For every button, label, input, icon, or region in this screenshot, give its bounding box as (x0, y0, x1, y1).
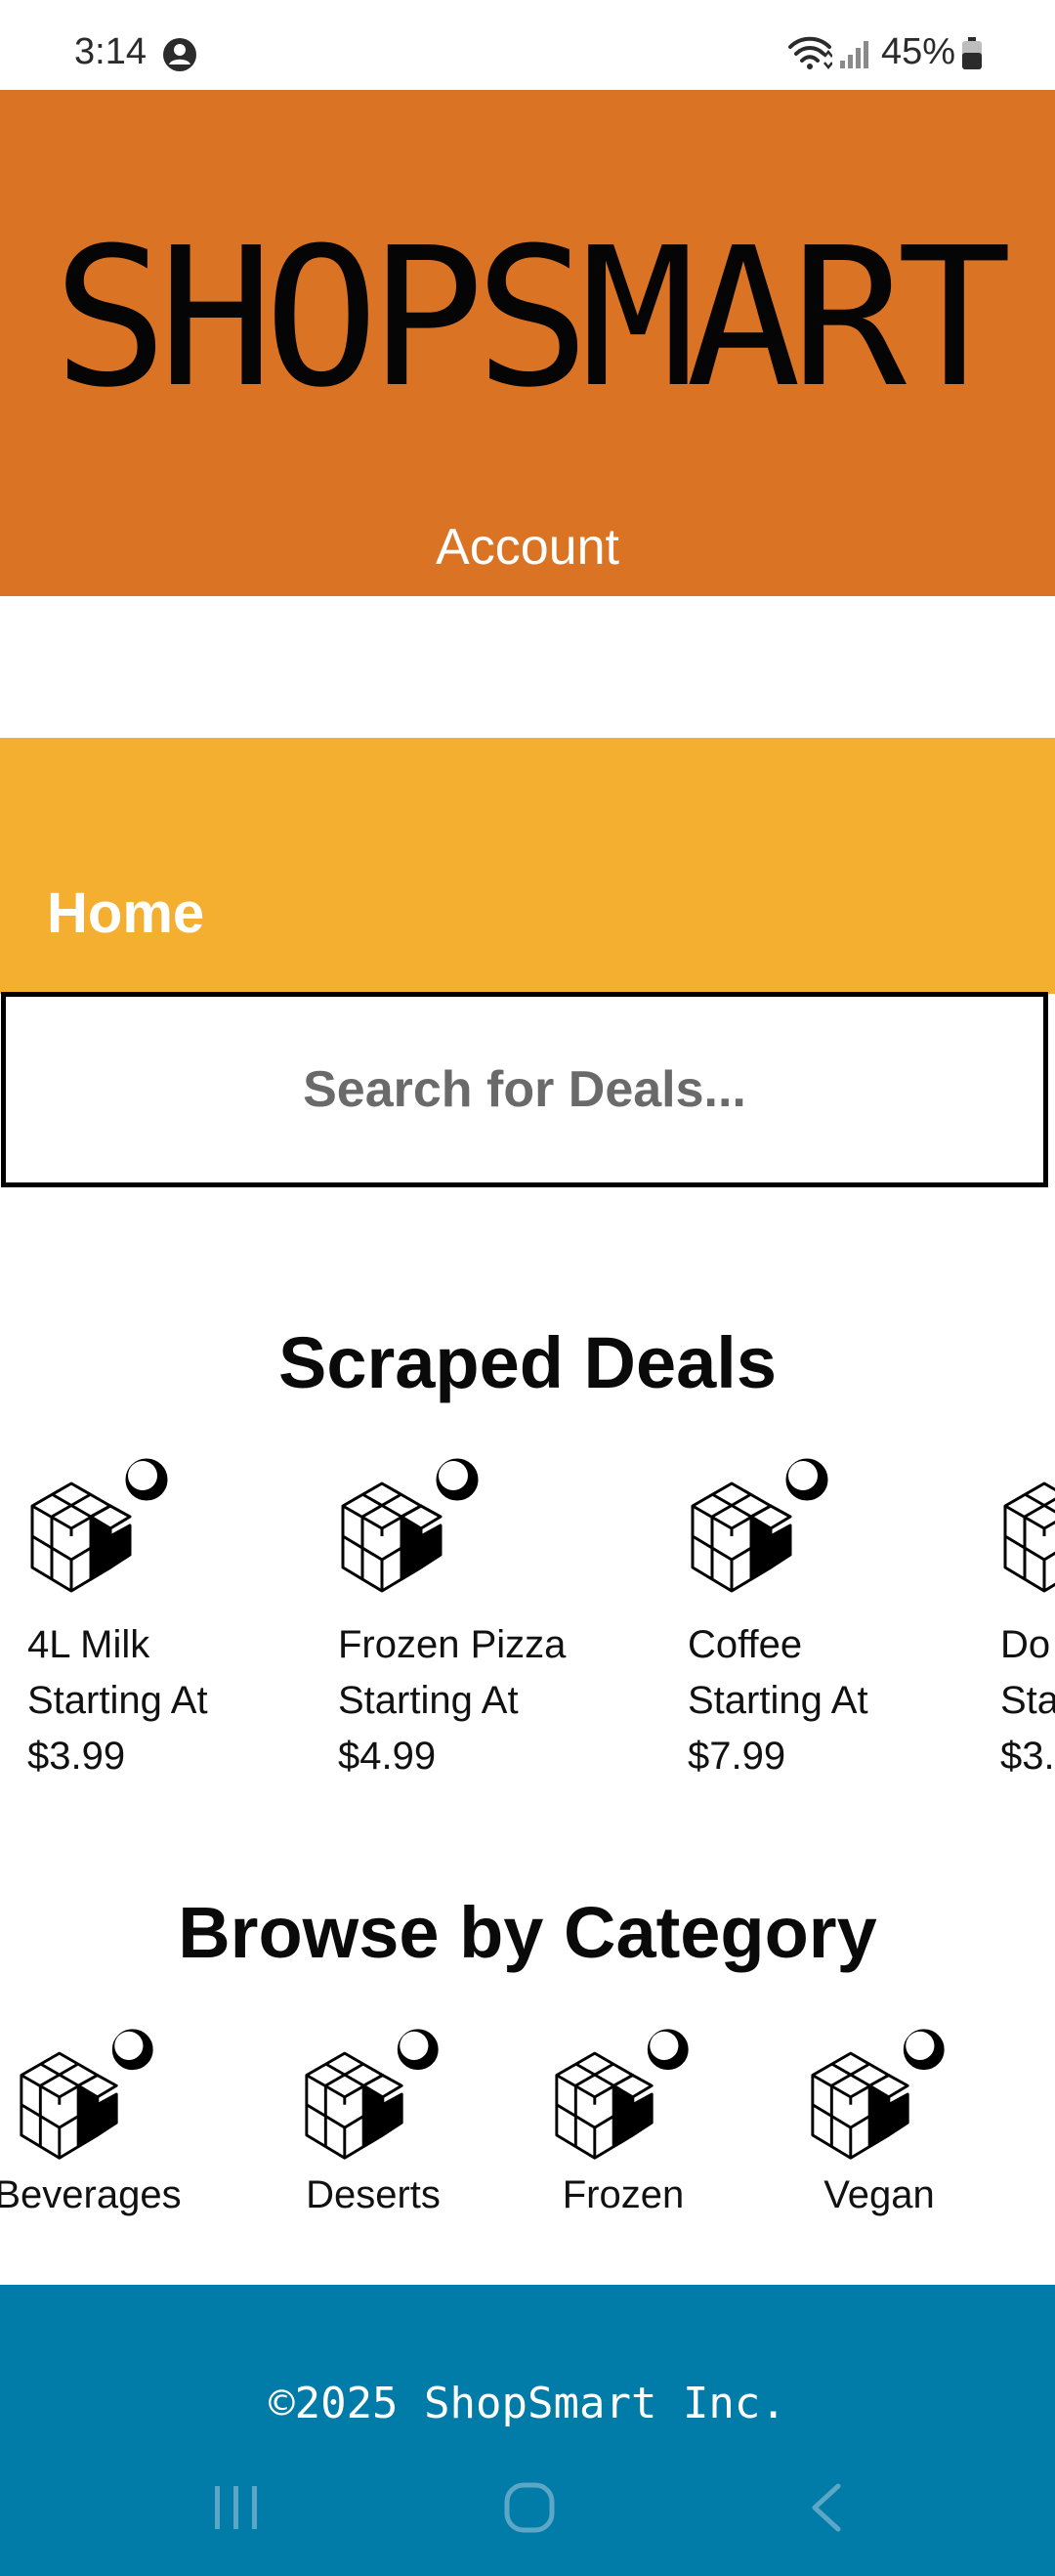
category-item[interactable]: Frozen (516, 2023, 731, 2217)
cell-signal-icon (840, 41, 868, 68)
category-label: Frozen (562, 2173, 685, 2216)
app-header: SHOPSMART Account (0, 90, 1055, 596)
product-cube-icon (811, 2029, 945, 2160)
deal-card[interactable]: Do Sta $3. (1000, 1452, 1055, 1784)
nav-bar: Home (0, 738, 1055, 994)
battery-icon (962, 37, 982, 69)
categories-section-title: Browse by Category (178, 1892, 877, 1973)
footer: ©2025 ShopSmart Inc. (0, 2285, 1055, 2576)
deal-card[interactable]: Coffee Starting At $7.99 (688, 1452, 981, 1784)
product-cube-icon (691, 1458, 828, 1593)
deal-name: Do (1000, 1623, 1051, 1666)
deal-prefix: Starting At (27, 1679, 208, 1722)
product-cube-icon (30, 1458, 168, 1593)
deal-prefix: Starting At (338, 1679, 519, 1722)
deal-price: $3.99 (27, 1735, 126, 1778)
product-cube-icon (1003, 1481, 1055, 1593)
status-bar: 3:14 45% (0, 0, 1055, 90)
deal-card[interactable]: 4L Milk Starting At $3.99 (27, 1452, 320, 1784)
deal-price: $4.99 (338, 1735, 437, 1778)
deal-name: Coffee (688, 1623, 803, 1666)
wifi-icon (788, 36, 832, 70)
deal-name: Frozen Pizza (338, 1623, 567, 1666)
deal-price: $3. (1000, 1735, 1055, 1778)
home-circle-icon[interactable] (502, 2480, 557, 2535)
category-item[interactable]: Beverages (0, 2023, 195, 2217)
deal-name: 4L Milk (27, 1623, 150, 1666)
account-circle-icon (163, 38, 196, 71)
status-time: 3:14 (74, 31, 147, 72)
deal-card[interactable]: Frozen Pizza Starting At $4.99 (338, 1452, 631, 1784)
category-item[interactable]: Deserts (266, 2023, 481, 2217)
category-label: Deserts (306, 2173, 441, 2216)
category-label: Vegan (823, 2173, 935, 2216)
deal-price: $7.99 (688, 1735, 786, 1778)
brand-logo: SHOPSMART (52, 207, 1012, 430)
category-label: Beverages (0, 2173, 182, 2216)
deals-section-title: Scraped Deals (277, 1322, 778, 1403)
copyright-text: ©2025 ShopSmart Inc. (269, 2379, 786, 2428)
recents-icon[interactable] (211, 2480, 262, 2535)
home-link[interactable]: Home (47, 880, 204, 946)
app-screen: 3:14 45% SHOPSMART Account Home Search f… (0, 0, 1055, 2576)
category-item[interactable]: Vegan (772, 2023, 987, 2217)
deal-prefix: Sta (1000, 1679, 1055, 1722)
search-input[interactable] (34, 1059, 1015, 1120)
product-cube-icon (305, 2029, 439, 2160)
back-icon[interactable] (805, 2480, 846, 2535)
product-cube-icon (20, 2029, 153, 2160)
deal-prefix: Starting At (688, 1679, 868, 1722)
product-cube-icon (555, 2029, 689, 2160)
product-cube-icon (341, 1458, 479, 1593)
battery-percent: 45% (881, 31, 956, 72)
search-box (1, 992, 1048, 1187)
account-link[interactable]: Account (0, 518, 1055, 577)
